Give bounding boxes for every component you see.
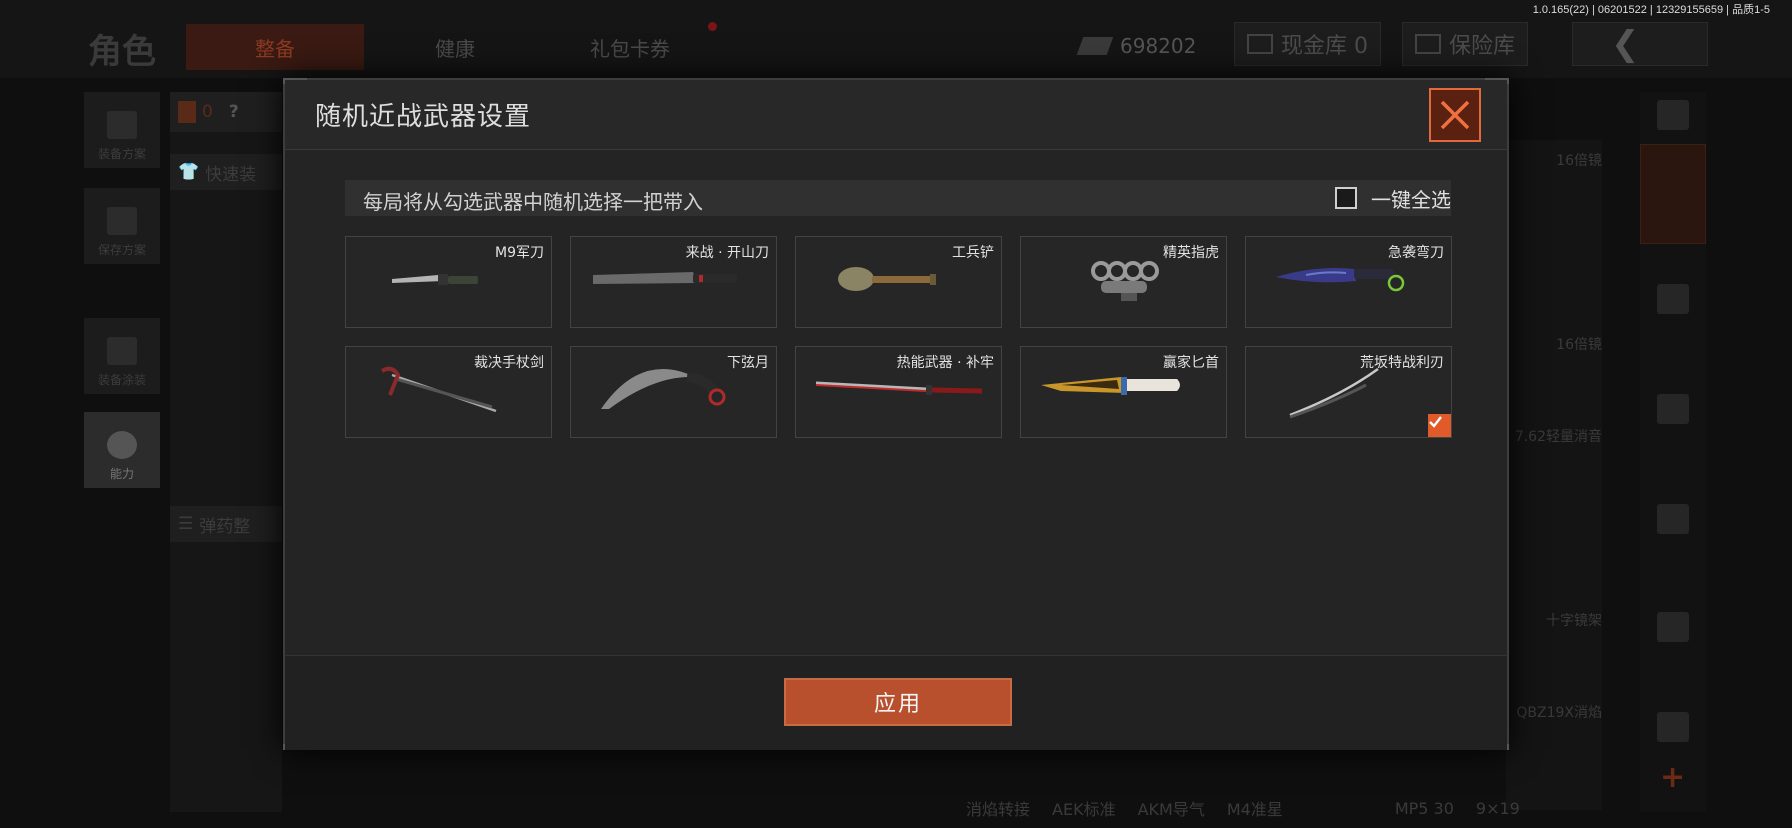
cash-storage-button[interactable]: 现金库 0	[1234, 22, 1381, 66]
bottom-item[interactable]: 消焰转接	[966, 796, 1030, 820]
weapon-name: 热能武器 · 补牢	[896, 355, 994, 371]
safe-storage-button[interactable]: 保险库	[1402, 22, 1529, 66]
left-menu-label: 装备方案	[97, 147, 146, 161]
ability-icon	[107, 431, 137, 459]
safe-icon	[1415, 34, 1441, 54]
select-all-toggle[interactable]: 一键全选	[1335, 180, 1451, 216]
close-button[interactable]	[1429, 88, 1481, 142]
weapon-card[interactable]: M9军刀	[345, 236, 552, 328]
close-icon	[1440, 100, 1470, 130]
dialog-title: 随机近战武器设置	[315, 102, 532, 132]
armor-icon[interactable]	[1657, 284, 1689, 314]
back-arrow-icon: ❮	[1611, 24, 1640, 64]
weapon-name: 来战 · 开山刀	[685, 245, 769, 261]
right-rail: +	[1640, 92, 1706, 812]
weapon-name: 精英指虎	[1163, 245, 1219, 261]
magazine-icon[interactable]	[1657, 504, 1689, 534]
shirt-icon: 👕	[178, 162, 200, 182]
vest-icon	[107, 111, 137, 139]
page-title: 角色	[88, 32, 156, 72]
select-all-checkbox[interactable]	[1335, 187, 1357, 209]
weapon-name: 工兵铲	[952, 245, 994, 261]
backpack-icon	[178, 101, 196, 123]
storage-icon	[1247, 34, 1273, 54]
counter-value: 0	[202, 102, 213, 122]
left-menu-item[interactable]: 装备涂装	[84, 318, 160, 394]
tab-health[interactable]: 健康	[400, 24, 510, 70]
weapon-name: 下弦月	[727, 355, 769, 371]
left-menu-label: 能力	[109, 467, 134, 481]
safe-storage-label: 保险库	[1449, 34, 1516, 59]
weapon-name: 赢家匕首	[1163, 355, 1219, 371]
version-text: 1.0.165(22) | 06201522 | 12329155659 | 品…	[1532, 4, 1770, 16]
weapon-card[interactable]: 赢家匕首	[1020, 346, 1227, 438]
left-menu-label: 保存方案	[97, 243, 146, 257]
cash-storage-label: 现金库 0	[1281, 34, 1368, 59]
weapon-name: 荒坂特战利刃	[1360, 355, 1444, 371]
left-menu-label: 装备涂装	[97, 373, 146, 387]
currency-value: 698202	[1120, 34, 1197, 58]
ammo-icon[interactable]	[1657, 612, 1689, 642]
bottom-item[interactable]: MP5 30	[1395, 799, 1454, 818]
left-menu-item[interactable]: 装备方案	[84, 92, 160, 168]
helmet-icon	[107, 337, 137, 365]
weapon-card[interactable]: 热能武器 · 补牢	[795, 346, 1002, 438]
weapon-card[interactable]: 精英指虎	[1020, 236, 1227, 328]
tab-equipment[interactable]: 整备	[186, 24, 364, 70]
bottom-item[interactable]: M4准星	[1227, 796, 1283, 820]
instruction-text: 每局将从勾选武器中随机选择一把带入	[363, 190, 703, 214]
back-button[interactable]: ❮	[1572, 22, 1708, 66]
ammo-button[interactable]: ☰ 弹药整	[170, 506, 282, 542]
weapon-name: M9军刀	[495, 245, 544, 261]
currency-display: 698202	[1076, 28, 1197, 64]
random-melee-dialog: 随机近战武器设置 每局将从勾选武器中随机选择一把带入 一键全选 M9军刀 来战 …	[283, 78, 1509, 750]
checkmark-icon[interactable]	[1428, 414, 1451, 437]
dialog-footer: 应用	[285, 655, 1507, 750]
bottom-item[interactable]: AEK标准	[1052, 796, 1116, 820]
loadout-panel: 0 ? 👕 快速装 ☰ 弹药整	[170, 92, 282, 812]
weapon-card[interactable]: 来战 · 开山刀	[570, 236, 777, 328]
apply-button[interactable]: 应用	[784, 678, 1012, 726]
save-icon	[107, 207, 137, 235]
help-icon[interactable]: ?	[229, 102, 239, 122]
select-all-label: 一键全选	[1371, 187, 1451, 212]
layers-icon[interactable]	[1657, 100, 1689, 130]
weapon-name: 裁决手杖剑	[474, 355, 544, 371]
quick-equip-button[interactable]: 👕 快速装	[170, 154, 282, 190]
add-icon[interactable]: +	[1660, 760, 1685, 795]
dialog-header: 随机近战武器设置	[285, 80, 1507, 150]
rail-selected[interactable]	[1640, 144, 1706, 244]
left-menu-item[interactable]: 保存方案	[84, 188, 160, 264]
bottom-item[interactable]: AKM导气	[1138, 796, 1205, 820]
quick-equip-label: 快速装	[205, 164, 257, 185]
left-menu-item[interactable]: 能力	[84, 412, 160, 488]
list-icon: ☰	[178, 514, 194, 534]
instruction-bar: 每局将从勾选武器中随机选择一把带入 一键全选	[345, 180, 1451, 216]
weapon-card[interactable]: 荒坂特战利刃	[1245, 346, 1452, 438]
weapon-card[interactable]: 下弦月	[570, 346, 777, 438]
notification-dot	[708, 22, 717, 31]
weapon-name: 急袭弯刀	[1388, 245, 1444, 261]
weapon-card[interactable]: 裁决手杖剑	[345, 346, 552, 438]
attachment-panel: 16倍镜 16倍镜 7.62轻量消音 十字镜架 QBZ19X消焰	[1506, 140, 1602, 810]
bottom-item[interactable]: 9×19	[1476, 799, 1520, 818]
weapon-card[interactable]: 急袭弯刀	[1245, 236, 1452, 328]
weapon-card[interactable]: 工兵铲	[795, 236, 1002, 328]
bottom-strip: 消焰转接 AEK标准 AKM导气 M4准星 MP5 30 9×19	[960, 788, 1600, 828]
scope-icon[interactable]	[1657, 712, 1689, 742]
ammo-label: 弹药整	[199, 516, 251, 537]
backpack-counter: 0 ?	[170, 92, 282, 132]
tab-gift-coupons[interactable]: 礼包卡券	[560, 24, 700, 70]
cash-icon	[1076, 37, 1114, 55]
rifle-icon[interactable]	[1657, 394, 1689, 424]
